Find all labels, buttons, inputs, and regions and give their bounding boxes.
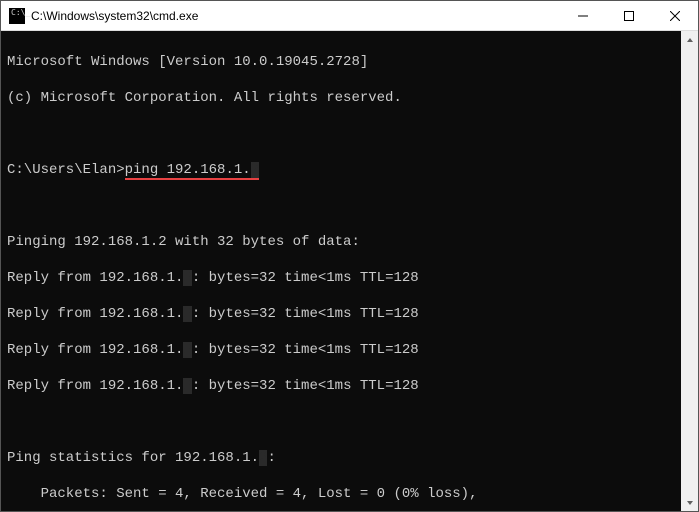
stats-header: Ping statistics for 192.168.1.2: xyxy=(7,449,692,467)
redacted-octet: 2 xyxy=(183,270,191,286)
ping-header: Pinging 192.168.1.2 with 32 bytes of dat… xyxy=(7,233,692,251)
redacted-octet: 2 xyxy=(183,378,191,394)
banner-line: Microsoft Windows [Version 10.0.19045.27… xyxy=(7,53,692,71)
scrollbar-track[interactable] xyxy=(681,48,698,494)
ping-command-highlight: ping 192.168.1.2 xyxy=(125,161,259,179)
vertical-scrollbar[interactable] xyxy=(681,31,698,511)
titlebar[interactable]: C:\Windows\system32\cmd.exe xyxy=(1,1,698,31)
blank-line xyxy=(7,197,692,215)
scroll-down-button[interactable] xyxy=(681,494,698,511)
ping-reply: Reply from 192.168.1.2: bytes=32 time<1m… xyxy=(7,305,692,323)
maximize-button[interactable] xyxy=(606,1,652,30)
redacted-octet: 2 xyxy=(183,306,191,322)
window-title: C:\Windows\system32\cmd.exe xyxy=(31,9,560,23)
redacted-octet: 2 xyxy=(183,342,191,358)
close-button[interactable] xyxy=(652,1,698,30)
prompt-line: C:\Users\Elan>ping 192.168.1.2 xyxy=(7,161,692,179)
window-controls xyxy=(560,1,698,30)
ping-reply: Reply from 192.168.1.2: bytes=32 time<1m… xyxy=(7,269,692,287)
blank-line xyxy=(7,125,692,143)
ping-reply: Reply from 192.168.1.2: bytes=32 time<1m… xyxy=(7,341,692,359)
ping-reply: Reply from 192.168.1.2: bytes=32 time<1m… xyxy=(7,377,692,395)
cmd-icon xyxy=(9,8,25,24)
minimize-button[interactable] xyxy=(560,1,606,30)
console-output: Microsoft Windows [Version 10.0.19045.27… xyxy=(1,31,698,511)
stats-packets: Packets: Sent = 4, Received = 4, Lost = … xyxy=(7,485,692,503)
blank-line xyxy=(7,413,692,431)
scroll-up-button[interactable] xyxy=(681,31,698,48)
prompt-text: C:\Users\Elan> xyxy=(7,162,125,178)
console-area[interactable]: Microsoft Windows [Version 10.0.19045.27… xyxy=(1,31,698,511)
redacted-octet: 2 xyxy=(251,162,259,178)
banner-line: (c) Microsoft Corporation. All rights re… xyxy=(7,89,692,107)
